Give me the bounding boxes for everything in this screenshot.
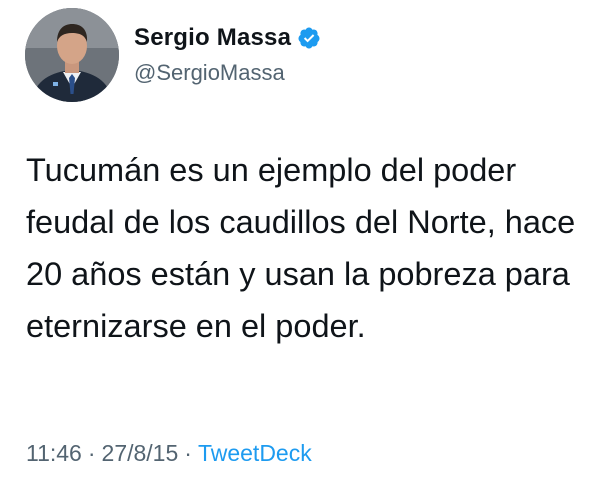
tweet-source-link[interactable]: TweetDeck [198,440,312,466]
meta-separator: · [87,440,96,466]
user-handle[interactable]: @SergioMassa [134,60,285,86]
meta-separator: · [184,440,192,466]
tweet-metadata: 11:46 · 27/8/15 · TweetDeck [26,439,312,467]
tweet-date[interactable]: 27/8/15 [102,440,179,466]
tweet-card: Sergio Massa @SergioMassa Tucumán es un … [0,0,605,480]
display-name[interactable]: Sergio Massa [134,24,291,52]
avatar-portrait-icon [25,8,119,102]
tweet-text: Tucumán es un ejemplo del poder feudal d… [26,152,576,344]
name-row: Sergio Massa [134,24,321,52]
tweet-time[interactable]: 11:46 [26,440,82,466]
avatar[interactable] [25,8,119,102]
verified-badge-icon [297,26,321,50]
